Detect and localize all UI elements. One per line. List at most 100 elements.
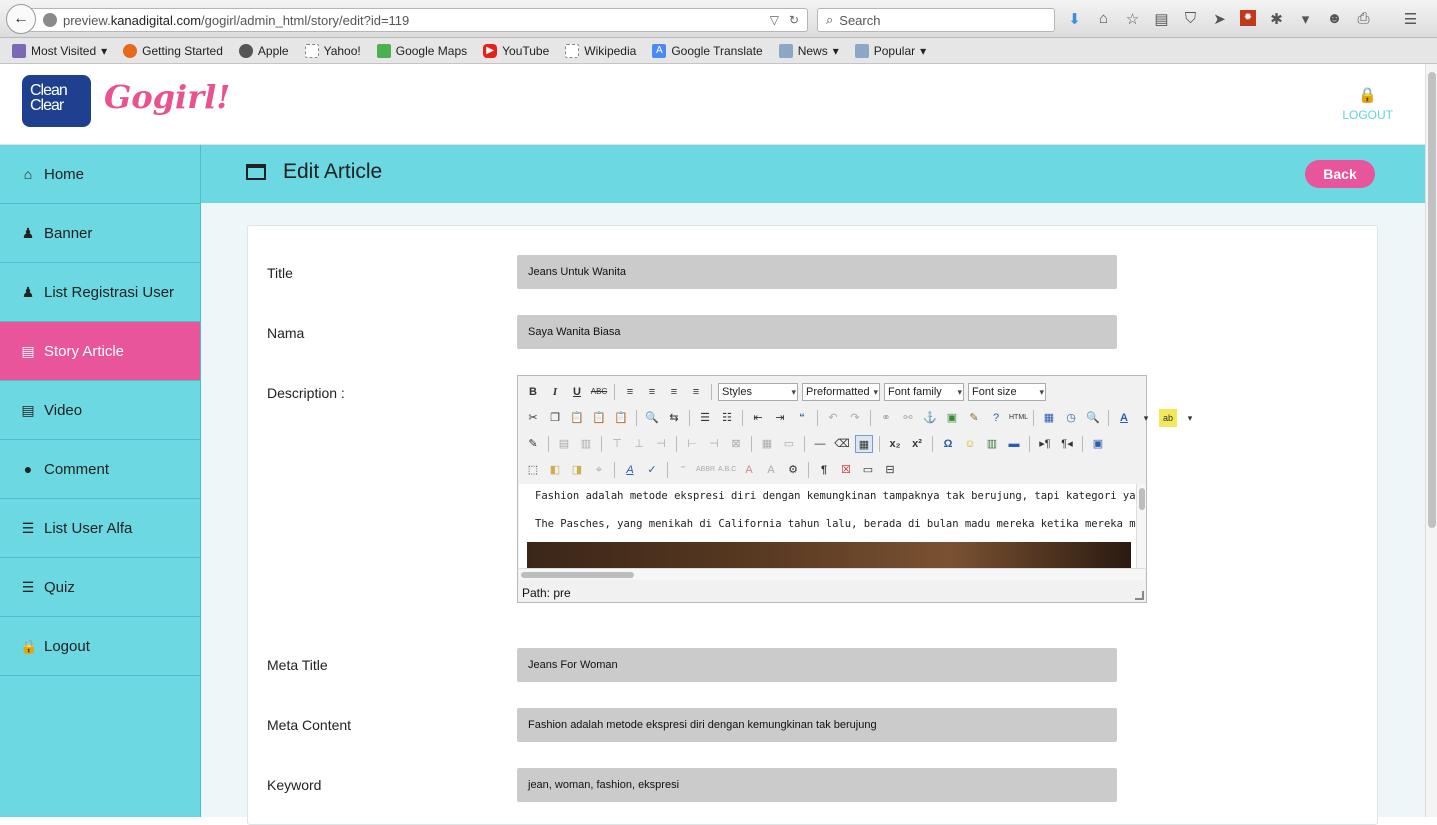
paste-word-icon[interactable]: 📋 (612, 409, 630, 427)
cleanup-icon[interactable]: ✎ (965, 409, 983, 427)
meta-content-input[interactable]: Fashion adalah metode ekspresi diri deng… (517, 708, 1117, 742)
editor-vertical-scrollbar[interactable] (1136, 484, 1146, 568)
move-forward-icon[interactable]: ◧ (546, 461, 564, 479)
redo-icon[interactable]: ↷ (846, 409, 864, 427)
fullscreen-icon[interactable]: ▣ (1089, 435, 1107, 453)
attributes-icon[interactable]: ⚙ (784, 461, 802, 479)
acronym-icon[interactable]: A.B.C (718, 461, 736, 479)
sidebar-item-list-user-alfa[interactable]: ☰ List User Alfa (0, 499, 200, 558)
delete-col-icon[interactable]: ⊠ (727, 435, 745, 453)
chevron-down-icon[interactable]: ▾ (1137, 409, 1155, 427)
bookmark-google-maps[interactable]: Google Maps (376, 43, 467, 58)
pagebreak-icon[interactable]: ⊟ (881, 461, 899, 479)
sidebar-item-story-article[interactable]: ▤ Story Article (0, 322, 200, 381)
insert-time-icon[interactable]: ◷ (1062, 409, 1080, 427)
insert-text-icon[interactable]: A (762, 461, 780, 479)
blockquote-icon[interactable]: “ (793, 409, 811, 427)
cite-icon[interactable]: “” (674, 461, 692, 479)
help-icon[interactable]: ? (987, 409, 1005, 427)
chevron-down-icon[interactable]: ▾ (1181, 409, 1199, 427)
bookmark-getting-started[interactable]: Getting Started (123, 43, 223, 58)
image-icon[interactable]: ▣ (943, 409, 961, 427)
menu-icon[interactable]: ☰ (1402, 10, 1419, 28)
font-family-select[interactable]: Font family (884, 383, 964, 401)
resize-handle-icon[interactable] (1135, 591, 1144, 600)
bookmark-youtube[interactable]: ▶ YouTube (483, 43, 549, 58)
home-icon[interactable]: ⌂ (1095, 10, 1112, 28)
bookmark-yahoo[interactable]: Yahoo! (304, 43, 361, 58)
indent-icon[interactable]: ⇥ (771, 409, 789, 427)
sidebar-item-logout[interactable]: 🔒 Logout (0, 617, 200, 676)
special-char-icon[interactable]: Ω (939, 435, 957, 453)
style-props-icon[interactable]: A (621, 461, 639, 479)
absolute-icon[interactable]: ⌖ (590, 461, 608, 479)
row-after-icon[interactable]: ⊥ (630, 435, 648, 453)
delete-row-icon[interactable]: ⊣ (652, 435, 670, 453)
preview-icon[interactable]: 🔍 (1084, 409, 1102, 427)
clean-clear-logo[interactable]: Clean Clear (22, 75, 91, 127)
browser-search-input[interactable]: ⌕ Search (817, 8, 1055, 32)
table-cell-props-icon[interactable]: ▥ (577, 435, 595, 453)
horizontal-rule-icon[interactable]: — (811, 435, 829, 453)
underline-icon[interactable]: U (568, 383, 586, 401)
superscript-icon[interactable]: x² (908, 435, 926, 453)
subscript-icon[interactable]: x₂ (886, 435, 904, 453)
bold-icon[interactable]: B (524, 383, 542, 401)
editor-horizontal-scrollbar[interactable] (519, 568, 1145, 580)
find-icon[interactable]: 🔍 (643, 409, 661, 427)
template-icon[interactable]: ▭ (859, 461, 877, 479)
chat-icon[interactable]: ☻ (1326, 10, 1343, 28)
sidebar-item-quiz[interactable]: ☰ Quiz (0, 558, 200, 617)
edit-css-icon[interactable]: ✎ (524, 435, 542, 453)
cut-icon[interactable]: ✂ (524, 409, 542, 427)
sidebar-item-list-registrasi-user[interactable]: ♟ List Registrasi User (0, 263, 200, 322)
insert-layer-icon[interactable]: ⬚ (524, 461, 542, 479)
show-blocks-icon[interactable]: ¶ (815, 461, 833, 479)
table-row-props-icon[interactable]: ▤ (555, 435, 573, 453)
title-input[interactable]: Jeans Untuk Wanita (517, 255, 1117, 289)
bookmark-news[interactable]: News ▾ (778, 43, 839, 58)
abbr-icon[interactable]: ABBR (696, 461, 715, 479)
copy-icon[interactable]: ❐ (546, 409, 564, 427)
outdent-icon[interactable]: ⇤ (749, 409, 767, 427)
undo-icon[interactable]: ↶ (824, 409, 842, 427)
sidebar-item-home[interactable]: ⌂ Home (0, 145, 200, 204)
bookmark-most-visited[interactable]: Most Visited ▾ (12, 43, 107, 58)
header-logout-button[interactable]: 🔒 LOGOUT (1342, 86, 1393, 122)
row-before-icon[interactable]: ⊤ (608, 435, 626, 453)
link-icon[interactable]: ⚭ (877, 409, 895, 427)
window-scrollbar[interactable] (1425, 64, 1437, 817)
align-justify-icon[interactable]: ≡ (687, 383, 705, 401)
sidebar-item-banner[interactable]: ♟ Banner (0, 204, 200, 263)
send-icon[interactable]: ➤ (1211, 10, 1228, 28)
highlight-color-icon[interactable]: ab (1159, 409, 1177, 427)
download-icon[interactable]: ⬇ (1066, 10, 1083, 28)
numbered-list-icon[interactable]: ☷ (718, 409, 736, 427)
col-before-icon[interactable]: ⊢ (683, 435, 701, 453)
styles-select[interactable]: Styles (718, 383, 798, 401)
ltr-icon[interactable]: ▸¶ (1036, 435, 1054, 453)
italic-icon[interactable]: I (546, 383, 564, 401)
editor-content[interactable]: Fashion adalah metode ekspresi diri deng… (519, 484, 1137, 568)
emoticon-icon[interactable]: ☺ (961, 435, 979, 453)
split-cells-icon[interactable]: ▦ (758, 435, 776, 453)
align-center-icon[interactable]: ≡ (643, 383, 661, 401)
bullet-list-icon[interactable]: ☰ (696, 409, 714, 427)
merge-cells-icon[interactable]: ▭ (780, 435, 798, 453)
meta-title-input[interactable]: Jeans For Woman (517, 648, 1117, 682)
html-icon[interactable]: HTML (1009, 409, 1028, 427)
format-select[interactable]: Preformatted (802, 383, 880, 401)
print-icon[interactable]: ⎙ (1355, 10, 1372, 28)
reload-icon[interactable]: ↻ (789, 13, 799, 27)
sidebar-item-video[interactable]: ▤ Video (0, 381, 200, 440)
back-button[interactable]: Back (1305, 160, 1375, 188)
nonbreaking-icon[interactable]: ☒ (837, 461, 855, 479)
paste-icon[interactable]: 📋 (568, 409, 586, 427)
star-icon[interactable]: ☆ (1124, 10, 1141, 28)
media-icon[interactable]: ▥ (983, 435, 1001, 453)
unlink-icon[interactable]: ⚯ (899, 409, 917, 427)
nama-input[interactable]: Saya Wanita Biasa (517, 315, 1117, 349)
font-size-select[interactable]: Font size (968, 383, 1046, 401)
remove-format-icon[interactable]: ⌫ (833, 435, 851, 453)
bookmark-google-translate[interactable]: A Google Translate (652, 43, 763, 58)
